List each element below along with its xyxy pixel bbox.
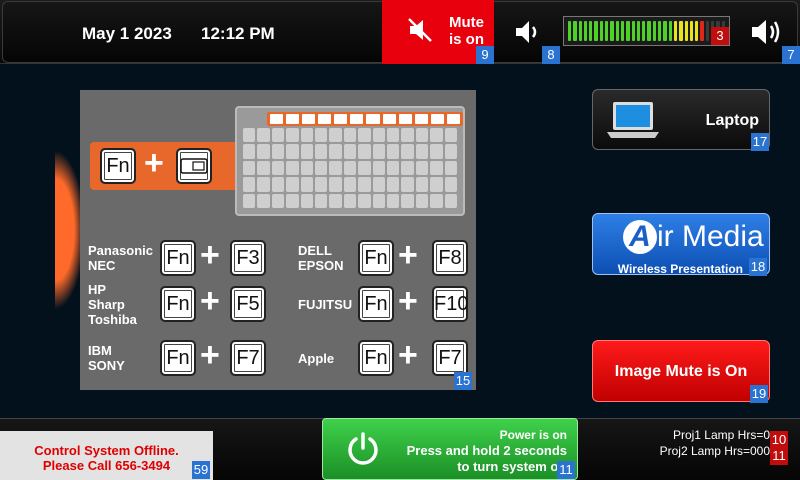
- meter-segment: [673, 21, 678, 41]
- date-display: May 1 2023: [82, 24, 172, 43]
- meter-segment: [594, 21, 598, 41]
- airmedia-badge: 18: [749, 258, 767, 276]
- meter-segment: [642, 21, 646, 41]
- plus-sign: +: [398, 336, 418, 374]
- plus-sign: +: [144, 144, 164, 182]
- fn-key: Fn: [160, 286, 196, 322]
- laptop-source-button[interactable]: Laptop 17: [592, 89, 770, 151]
- brand-label: FUJITSU: [298, 296, 353, 312]
- plus-sign: +: [398, 236, 418, 274]
- power-instruction: Press and hold 2 seconds to turn system …: [406, 443, 567, 474]
- plus-sign: +: [398, 282, 418, 320]
- power-button[interactable]: Power is on Press and hold 2 seconds to …: [322, 418, 578, 480]
- meter-segment: [652, 21, 657, 41]
- meter-segment: [658, 21, 662, 41]
- fn-key: Fn: [358, 286, 394, 322]
- airmedia-logo: Air Media: [623, 220, 764, 254]
- keyboard-illustration: [235, 106, 465, 216]
- fn-key: Fn: [160, 240, 196, 276]
- speaker-muted-icon: [408, 18, 432, 42]
- keyboard-guide-panel: Fn + Panasonic NEC Fn + F3 DELL EPSON Fn + F8 HP…: [80, 90, 476, 390]
- function-key: F7: [432, 340, 468, 376]
- meter-segment: [689, 21, 694, 41]
- mute-label: Mute is on: [448, 14, 484, 48]
- display-toggle-key: [176, 148, 212, 184]
- airmedia-source-button[interactable]: Air Media Wireless Presentation 18: [592, 213, 770, 276]
- meter-segment: [620, 21, 625, 41]
- meter-segment: [684, 21, 688, 41]
- volume-down-icon[interactable]: [514, 18, 544, 46]
- meter-segment: [578, 21, 582, 41]
- meter-segment: [668, 21, 672, 41]
- laptop-badge: 17: [751, 133, 769, 151]
- image-mute-badge: 19: [750, 385, 768, 403]
- brand-label: DELL EPSON: [298, 243, 344, 273]
- meter-segment: [695, 21, 699, 41]
- volume-meter-badge: 3: [711, 27, 729, 45]
- meter-segment: [610, 21, 614, 41]
- plus-sign: +: [200, 236, 220, 274]
- meter-segment: [679, 21, 683, 41]
- function-key: F7: [230, 340, 266, 376]
- power-status: Power is on: [499, 428, 567, 442]
- offline-line1: Control System Offline.: [34, 443, 179, 458]
- meter-segment: [583, 21, 588, 41]
- meter-segment: [615, 21, 619, 41]
- offline-badge: 59: [192, 461, 210, 479]
- brand-label: HP Sharp Toshiba: [88, 281, 137, 327]
- display-switch-icon: [180, 158, 208, 174]
- meter-segment: [647, 21, 651, 41]
- meter-segment: [700, 21, 704, 41]
- function-key: F8: [432, 240, 468, 276]
- volume-down-badge: 8: [542, 46, 560, 64]
- offline-line2: Please Call 656-3494: [42, 458, 171, 473]
- image-mute-button[interactable]: Image Mute is On 19: [592, 340, 770, 403]
- plus-sign: +: [200, 282, 220, 320]
- meter-segment: [626, 21, 630, 41]
- proj2-lamp-badge: 11: [770, 447, 788, 465]
- volume-meter[interactable]: [563, 16, 730, 46]
- function-keys-row: [267, 112, 463, 126]
- fn-key: Fn: [100, 148, 136, 184]
- meter-segment: [573, 21, 577, 41]
- meter-segment: [568, 21, 572, 41]
- proj2-lamp-hours: Proj2 Lamp Hrs=000: [659, 444, 770, 458]
- function-key: F5: [230, 286, 266, 322]
- function-key: F10: [432, 286, 468, 322]
- volume-up-badge: 7: [782, 46, 800, 64]
- image-mute-label: Image Mute is On: [614, 363, 748, 380]
- function-key: F3: [230, 240, 266, 276]
- audio-mute-button[interactable]: Mute is on 9: [382, 0, 494, 64]
- meter-segment: [589, 21, 593, 41]
- laptop-icon: [607, 102, 659, 138]
- brand-label: Apple: [298, 350, 335, 366]
- fn-key: Fn: [160, 340, 196, 376]
- volume-up-icon[interactable]: [750, 16, 790, 48]
- offline-notice: Control System Offline. Please Call 656-…: [0, 431, 213, 480]
- meter-segment: [705, 21, 710, 41]
- airmedia-subtitle: Wireless Presentation: [617, 262, 743, 276]
- power-badge: 11: [557, 461, 575, 479]
- meter-segment: [605, 21, 609, 41]
- meter-segment: [663, 21, 667, 41]
- meter-segment: [636, 21, 641, 41]
- mute-badge: 9: [476, 46, 494, 64]
- guide-badge: 15: [454, 372, 472, 390]
- brand-label: Panasonic NEC: [88, 243, 154, 273]
- keyboard-keys: [243, 128, 457, 208]
- fn-key: Fn: [358, 240, 394, 276]
- proj1-lamp-hours: Proj1 Lamp Hrs=0: [672, 428, 770, 442]
- laptop-label: Laptop: [705, 112, 759, 129]
- time-display: 12:12 PM: [201, 24, 275, 43]
- brand-label: IBM SONY: [88, 343, 125, 373]
- plus-sign: +: [200, 336, 220, 374]
- fn-key: Fn: [358, 340, 394, 376]
- meter-segment: [599, 21, 604, 41]
- meter-segment: [631, 21, 635, 41]
